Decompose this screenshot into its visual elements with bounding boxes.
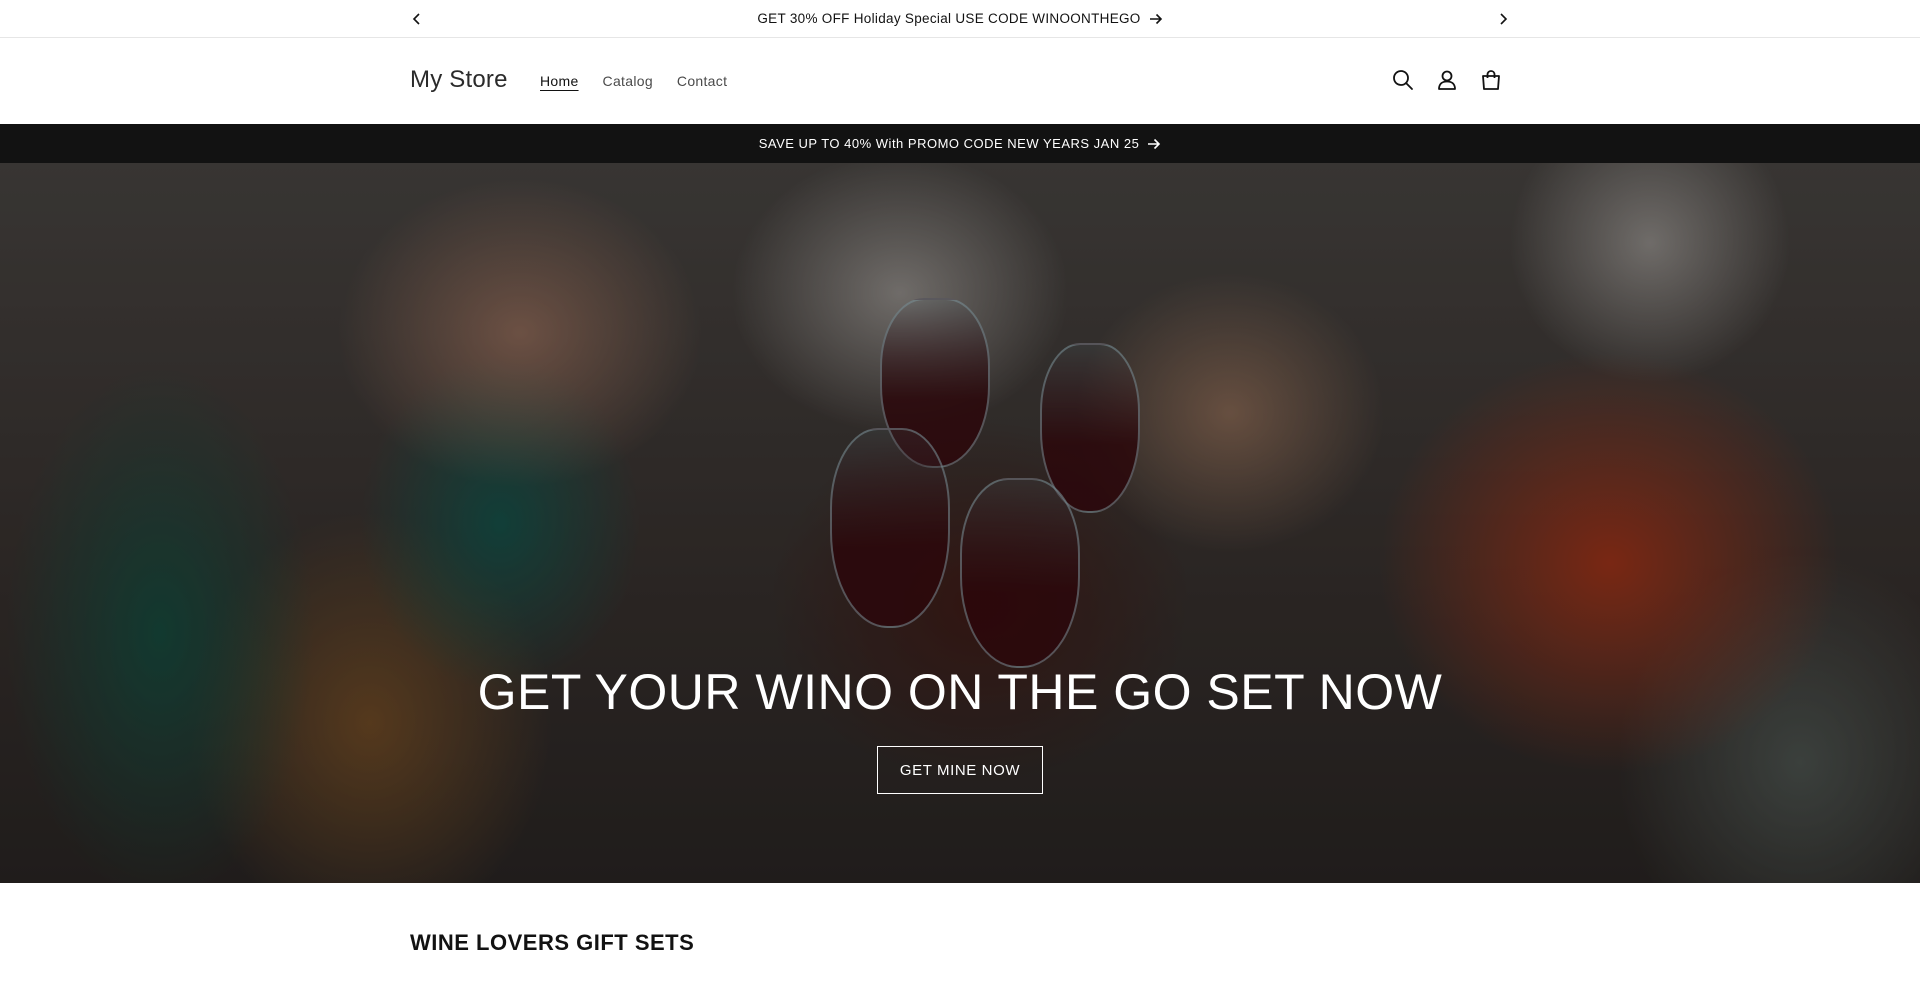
promo-bar[interactable]: SAVE UP TO 40% With PROMO CODE NEW YEARS… xyxy=(0,124,1920,163)
announcement-link[interactable]: GET 30% OFF Holiday Special USE CODE WIN… xyxy=(0,0,1920,37)
next-announcement-button[interactable] xyxy=(1492,8,1514,30)
account-button[interactable] xyxy=(1434,67,1460,93)
search-icon xyxy=(1393,70,1413,90)
promo-text: SAVE UP TO 40% With PROMO CODE NEW YEARS… xyxy=(758,136,1140,151)
store-logo[interactable]: My Store xyxy=(410,66,508,94)
collection-title: WINE LOVERS GIFT SETS xyxy=(410,930,695,955)
header-icons xyxy=(1390,67,1504,93)
nav-item-catalog[interactable]: Catalog xyxy=(603,73,653,89)
cart-icon xyxy=(1482,70,1500,90)
arrow-right-icon xyxy=(1148,138,1161,149)
arrow-right-icon xyxy=(1149,13,1162,24)
hero-banner: GET YOUR WINO ON THE GO SET NOW GET MINE… xyxy=(0,163,1920,883)
get-mine-now-button[interactable]: GET MINE NOW xyxy=(877,746,1043,794)
site-header: My Store Home Catalog Contact xyxy=(0,38,1920,124)
announcement-text: GET 30% OFF Holiday Special USE CODE WIN… xyxy=(757,11,1141,26)
announcement-bar: GET 30% OFF Holiday Special USE CODE WIN… xyxy=(0,0,1920,38)
nav-item-home[interactable]: Home xyxy=(540,73,579,89)
search-button[interactable] xyxy=(1390,67,1416,93)
chevron-right-icon xyxy=(1500,13,1508,25)
account-icon xyxy=(1438,70,1456,90)
hero-headline: GET YOUR WINO ON THE GO SET NOW xyxy=(477,664,1443,720)
cart-button[interactable] xyxy=(1478,67,1504,93)
main-nav: Home Catalog Contact xyxy=(540,73,727,89)
nav-item-contact[interactable]: Contact xyxy=(677,73,727,89)
